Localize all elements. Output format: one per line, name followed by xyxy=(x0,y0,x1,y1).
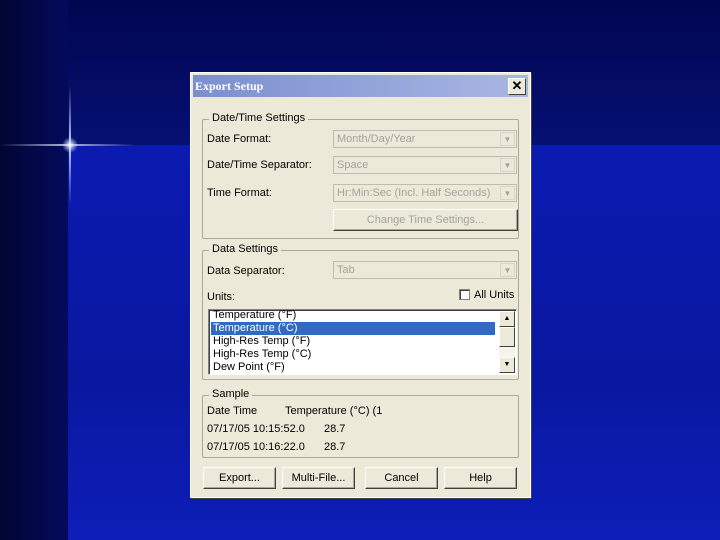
data-settings-group: Data Settings Data Separator: Tab ▼ Unit… xyxy=(202,243,519,380)
change-time-settings-button[interactable]: Change Time Settings... xyxy=(333,209,518,231)
datetime-settings-group: Date/Time Settings Date Format: Month/Da… xyxy=(202,112,519,239)
date-format-select[interactable]: Month/Day/Year ▼ xyxy=(333,130,517,148)
units-scrollbar[interactable]: ▲ ▼ xyxy=(499,311,515,373)
units-label: Units: xyxy=(207,291,236,303)
close-icon: ✕ xyxy=(511,78,523,93)
sample-header-temperature: Temperature (°C) (1 xyxy=(285,405,383,417)
time-format-value: Hr:Min:Sec (Incl. Half Seconds) xyxy=(337,187,491,199)
all-units-checkbox[interactable] xyxy=(459,289,470,300)
data-separator-select[interactable]: Tab ▼ xyxy=(333,261,517,279)
units-list-item[interactable]: Dew Point (°F) xyxy=(211,361,495,374)
units-list-item[interactable]: High-Res Temp (°C) xyxy=(211,348,495,361)
export-setup-dialog: Export Setup ✕ Date/Time Settings Date F… xyxy=(190,72,531,498)
scroll-up-icon[interactable]: ▲ xyxy=(499,311,515,327)
datetime-separator-label: Date/Time Separator: xyxy=(207,159,312,171)
data-separator-value: Tab xyxy=(337,264,355,276)
export-button[interactable]: Export... xyxy=(203,467,276,489)
sample-row-2-datetime: 07/17/05 10:16:22.0 xyxy=(207,441,305,453)
datetime-group-title: Date/Time Settings xyxy=(209,112,309,124)
sample-header-datetime: Date Time xyxy=(207,405,258,417)
date-format-value: Month/Day/Year xyxy=(337,133,416,145)
background-left-band xyxy=(0,0,68,540)
sample-row-1-datetime: 07/17/05 10:15:52.0 xyxy=(207,423,305,435)
units-list-item[interactable]: Temperature (°C) xyxy=(211,322,495,335)
units-listbox[interactable]: Temperature (°F) Temperature (°C) High-Res… xyxy=(208,309,517,375)
cancel-button[interactable]: Cancel xyxy=(365,467,438,489)
time-format-select[interactable]: Hr:Min:Sec (Incl. Half Seconds) ▼ xyxy=(333,184,517,202)
datetime-separator-select[interactable]: Space ▼ xyxy=(333,156,517,174)
chevron-down-icon: ▼ xyxy=(500,158,515,172)
chevron-down-icon: ▼ xyxy=(500,263,515,277)
chevron-down-icon: ▼ xyxy=(500,186,515,200)
time-format-label: Time Format: xyxy=(207,187,272,199)
help-button[interactable]: Help xyxy=(444,467,517,489)
close-button[interactable]: ✕ xyxy=(508,78,526,95)
title-bar[interactable]: Export Setup ✕ xyxy=(193,75,528,97)
dialog-title: Export Setup xyxy=(195,79,264,93)
datetime-separator-value: Space xyxy=(337,159,369,171)
data-settings-group-title: Data Settings xyxy=(209,243,282,255)
sample-row-1-value: 28.7 xyxy=(324,423,346,435)
scroll-down-icon[interactable]: ▼ xyxy=(499,357,515,373)
sample-group-title: Sample xyxy=(209,388,253,400)
date-format-label: Date Format: xyxy=(207,133,272,145)
scrollbar-thumb[interactable] xyxy=(499,327,515,347)
sample-row-2-value: 28.7 xyxy=(324,441,346,453)
sample-group: Sample Date Time Temperature (°C) (1 07/… xyxy=(202,388,519,458)
multi-file-button[interactable]: Multi-File... xyxy=(282,467,355,489)
chevron-down-icon: ▼ xyxy=(500,132,515,146)
all-units-label[interactable]: All Units xyxy=(474,289,514,301)
units-list-item[interactable]: Temperature (°F) xyxy=(211,310,495,322)
data-separator-label: Data Separator: xyxy=(207,265,285,277)
units-list-item[interactable]: High-Res Temp (°F) xyxy=(211,335,495,348)
light-flare-center xyxy=(62,137,78,153)
